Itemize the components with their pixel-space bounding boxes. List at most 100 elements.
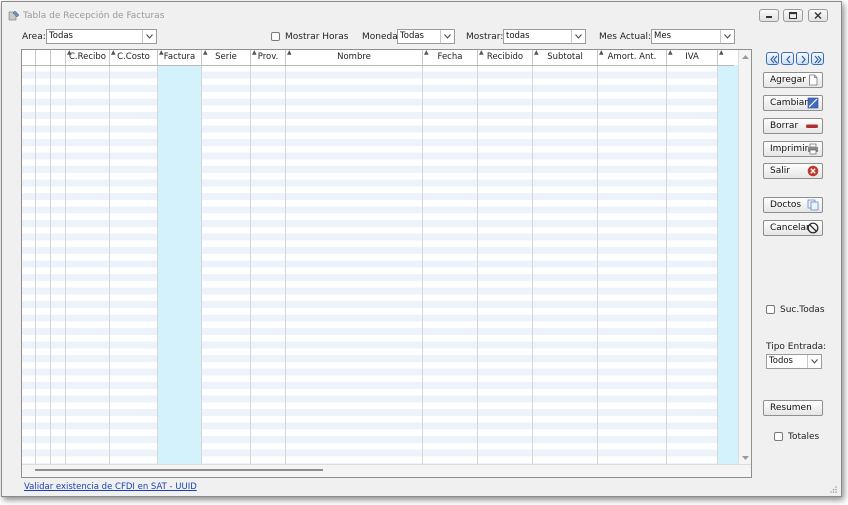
column-header-label: Fecha xyxy=(437,52,463,62)
mostrar-select[interactable]: todas xyxy=(503,29,586,44)
column-header-fecha[interactable]: ▲ Fecha xyxy=(423,50,478,65)
column-header-c-costo[interactable]: ▲ C.Costo xyxy=(110,50,158,65)
last-record-icon xyxy=(814,55,822,64)
column-header-nombre[interactable]: ▲ Nombre xyxy=(286,50,423,65)
column-header-serie[interactable]: ▲ Serie xyxy=(202,50,251,65)
horizontal-scrollbar[interactable] xyxy=(22,464,751,477)
new-document-icon xyxy=(809,74,818,86)
sort-icon: ▲ xyxy=(719,49,724,56)
column-header-label: C.Recibo xyxy=(68,52,107,62)
suc-todas-checkbox[interactable] xyxy=(766,305,775,314)
tipo-entrada-select[interactable]: Todos xyxy=(766,354,822,369)
column-header-c-recibo[interactable]: ▲ C.Recibo xyxy=(66,50,110,65)
mostrar-horas-label: Mostrar Horas xyxy=(285,32,349,42)
doctos-label: Doctos xyxy=(770,200,802,210)
column-header-overflow[interactable]: ▲ xyxy=(718,50,734,65)
vertical-scrollbar[interactable] xyxy=(738,50,751,465)
sort-icon: ▲ xyxy=(252,49,257,56)
column-header-amort-ant[interactable]: ▲ Amort. Ant. xyxy=(598,50,667,65)
suc-todas-label: Suc.Todas xyxy=(780,305,825,315)
cambiar-button[interactable]: Cambiar xyxy=(763,95,823,111)
chevron-down-icon xyxy=(142,30,156,43)
totales-checkbox[interactable] xyxy=(774,432,783,441)
minimize-button[interactable] xyxy=(759,9,779,22)
cancelar-button[interactable]: Cancelar xyxy=(763,220,823,236)
sort-icon: ▲ xyxy=(67,49,72,56)
printer-icon xyxy=(808,143,818,155)
next-record-icon xyxy=(801,55,806,64)
doctos-button[interactable]: Doctos xyxy=(763,197,823,213)
mes-actual-label: Mes Actual: xyxy=(599,32,652,42)
table-header: ▲ C.Recibo ▲ C.Costo ▲ Factura ▲ Serie ▲ Prov… xyxy=(22,50,734,66)
column-header-label: Recibido xyxy=(486,52,524,62)
column-header-factura[interactable]: ▲ Factura xyxy=(158,50,202,65)
maximize-icon xyxy=(789,12,797,19)
factura-column-highlight xyxy=(157,65,201,465)
next-record-button[interactable] xyxy=(796,52,809,65)
mes-actual-select[interactable]: Mes xyxy=(651,29,735,44)
chevron-down-icon xyxy=(571,30,585,43)
sort-icon: ▲ xyxy=(287,49,292,56)
documents-icon xyxy=(807,199,819,211)
sort-icon: ▲ xyxy=(534,49,539,56)
sort-icon: ▲ xyxy=(159,49,164,56)
invoice-table[interactable]: ▲ C.Recibo ▲ C.Costo ▲ Factura ▲ Serie ▲ Prov… xyxy=(21,49,752,478)
exit-icon xyxy=(807,165,819,177)
agregar-label: Agregar xyxy=(770,75,806,85)
mostrar-label: Mostrar: xyxy=(466,32,504,42)
borrar-label: Borrar xyxy=(770,121,799,131)
sort-icon: ▲ xyxy=(203,49,208,56)
column-header-recibido[interactable]: ▲ Recibido xyxy=(478,50,533,65)
chevron-down-icon xyxy=(807,355,821,368)
agregar-button[interactable]: Agregar xyxy=(763,72,823,88)
minus-bar-icon xyxy=(806,124,818,128)
chevron-down-icon xyxy=(440,30,454,43)
tipo-entrada-value: Todos xyxy=(769,356,793,366)
maximize-button[interactable] xyxy=(783,9,803,22)
column-header-blank-1[interactable] xyxy=(22,50,36,65)
scroll-down-icon xyxy=(742,456,749,460)
scroll-up-icon xyxy=(742,55,749,59)
column-header-label: C.Costo xyxy=(117,52,150,62)
previous-record-icon xyxy=(786,55,791,64)
cambiar-label: Cambiar xyxy=(770,98,808,108)
borrar-button[interactable]: Borrar xyxy=(763,118,823,134)
sort-icon: ▲ xyxy=(424,49,429,56)
area-select[interactable]: Todas xyxy=(46,29,157,44)
first-record-icon xyxy=(770,55,778,64)
column-header-iva[interactable]: ▲ IVA xyxy=(667,50,718,65)
sort-icon: ▲ xyxy=(599,49,604,56)
mostrar-horas-checkbox[interactable] xyxy=(271,32,280,41)
resumen-label: Resumen xyxy=(770,403,812,413)
resize-grip-icon[interactable] xyxy=(830,485,838,493)
column-header-label: Factura xyxy=(163,52,196,62)
mes-actual-select-value: Mes xyxy=(654,31,671,41)
column-header-label: Serie xyxy=(215,52,237,62)
first-record-button[interactable] xyxy=(766,52,779,65)
close-icon xyxy=(814,12,822,19)
salir-label: Salir xyxy=(770,166,790,176)
column-header-subtotal[interactable]: ▲ Subtotal xyxy=(533,50,598,65)
column-header-prov[interactable]: ▲ Prov. xyxy=(251,50,286,65)
column-header-label: Subtotal xyxy=(547,52,583,62)
validate-cfdi-link[interactable]: Validar existencia de CFDI en SAT - UUID xyxy=(24,482,197,492)
sort-icon: ▲ xyxy=(111,49,116,56)
sort-icon: ▲ xyxy=(668,49,673,56)
horizontal-scrollbar-thumb[interactable] xyxy=(35,469,323,471)
table-rows xyxy=(22,65,717,465)
resumen-button[interactable]: Resumen xyxy=(763,400,823,416)
imprimir-label: Imprimir xyxy=(770,144,809,154)
mostrar-select-value: todas xyxy=(506,31,530,41)
column-header-blank-3[interactable] xyxy=(51,50,66,65)
main-window: Tabla de Recepción de Facturas Area: Tod… xyxy=(1,1,842,497)
column-header-label: IVA xyxy=(685,52,699,62)
moneda-select-value: Todas xyxy=(400,31,424,41)
totales-label: Totales xyxy=(788,432,820,442)
last-record-button[interactable] xyxy=(811,52,824,65)
imprimir-button[interactable]: Imprimir xyxy=(763,141,823,157)
close-button[interactable] xyxy=(808,9,828,22)
moneda-select[interactable]: Todas xyxy=(397,29,455,44)
previous-record-button[interactable] xyxy=(781,52,794,65)
column-header-blank-2[interactable] xyxy=(36,50,51,65)
salir-button[interactable]: Salir xyxy=(763,163,823,179)
